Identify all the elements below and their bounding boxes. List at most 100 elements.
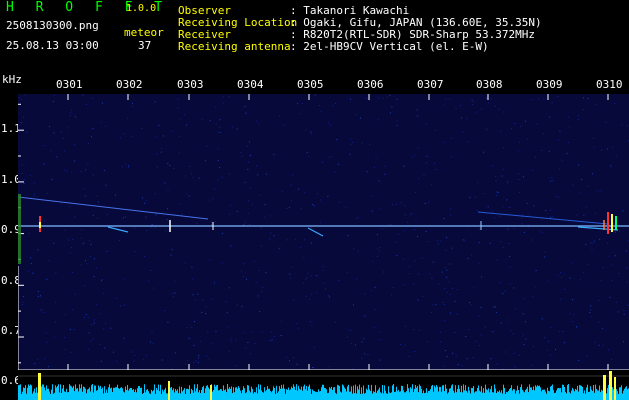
power-bar: [69, 384, 70, 400]
power-bar: [456, 392, 457, 400]
power-bar: [54, 392, 55, 400]
power-bar: [331, 386, 332, 400]
power-bar: [148, 391, 149, 400]
noise-dot: [70, 112, 72, 114]
noise-dot: [209, 120, 211, 122]
noise-dot: [88, 317, 90, 319]
noise-dot: [96, 195, 98, 197]
power-bar: [201, 389, 202, 400]
power-bar: [565, 392, 566, 400]
noise-dot: [273, 235, 275, 237]
power-bar: [613, 389, 614, 400]
noise-dot: [623, 310, 625, 312]
power-bar: [187, 388, 188, 400]
power-bar: [289, 390, 290, 400]
power-bar: [278, 391, 279, 400]
power-bar: [312, 389, 313, 400]
noise-dot: [338, 201, 340, 203]
noise-dot: [549, 116, 551, 118]
power-bar: [251, 386, 252, 400]
noise-dot: [222, 232, 224, 234]
noise-dot: [522, 214, 523, 216]
noise-dot: [487, 129, 488, 131]
noise-dot: [74, 293, 76, 295]
noise-dot: [230, 338, 232, 340]
noise-dot: [531, 99, 533, 100]
noise-dot: [500, 241, 502, 243]
noise-dot: [427, 241, 429, 242]
power-bar: [505, 394, 506, 400]
noise-dot: [596, 190, 598, 192]
date-time: 25.08.13 03:00: [6, 39, 99, 52]
noise-dot: [583, 214, 585, 216]
noise-dot: [241, 156, 243, 157]
power-bar: [309, 384, 310, 400]
noise-dot: [598, 300, 600, 301]
power-bar: [162, 389, 163, 400]
power-bar: [126, 390, 127, 400]
power-bar: [547, 387, 548, 400]
power-bar: [580, 385, 581, 400]
noise-dot: [522, 334, 524, 336]
noise-dot: [20, 98, 22, 100]
noise-dot: [508, 207, 510, 209]
noise-dot: [97, 201, 99, 203]
noise-dot: [152, 287, 154, 289]
power-bar: [548, 390, 549, 400]
power-bar: [374, 392, 375, 400]
noise-dot: [595, 103, 597, 105]
power-bar: [568, 384, 569, 400]
noise-dot: [396, 255, 398, 257]
noise-dot: [526, 138, 528, 140]
power-bar: [594, 392, 595, 400]
power-bar: [579, 385, 580, 400]
power-bar: [76, 388, 77, 400]
power-bar: [612, 387, 613, 400]
power-bar: [405, 392, 406, 400]
power-bar: [378, 389, 379, 400]
noise-dot: [243, 263, 245, 265]
noise-dot: [589, 312, 591, 313]
noise-dot: [592, 173, 594, 175]
noise-dot: [215, 106, 217, 108]
noise-dot: [273, 336, 275, 337]
noise-dot: [221, 262, 223, 264]
noise-dot: [197, 361, 199, 363]
noise-dot: [74, 160, 76, 162]
power-bar: [88, 388, 89, 400]
noise-dot: [150, 270, 152, 271]
power-bar: [219, 390, 220, 400]
power-bar: [421, 388, 422, 400]
power-bar: [84, 387, 85, 400]
noise-dot: [545, 210, 547, 211]
power-bar: [552, 384, 553, 400]
noise-dot: [607, 349, 609, 351]
noise-dot: [518, 354, 520, 356]
noise-dot: [52, 101, 54, 103]
noise-dot: [532, 296, 534, 298]
noise-dot: [346, 336, 348, 338]
power-bar: [395, 391, 396, 400]
noise-dot: [72, 271, 73, 273]
noise-dot: [328, 295, 330, 297]
noise-dot: [296, 323, 298, 325]
power-bar: [35, 392, 36, 400]
power-bar: [94, 385, 95, 400]
noise-dot: [449, 263, 451, 265]
power-bar: [607, 388, 608, 400]
power-bar: [404, 392, 405, 400]
power-bar: [206, 385, 207, 400]
noise-dot: [192, 294, 194, 296]
power-bar: [599, 385, 600, 400]
noise-dot: [541, 318, 543, 320]
noise-dot: [444, 288, 445, 290]
power-bar: [490, 389, 491, 400]
power-bar: [600, 392, 601, 400]
noise-dot: [375, 157, 377, 159]
noise-dot: [429, 273, 431, 275]
power-bar: [129, 388, 130, 400]
noise-dot: [21, 304, 23, 305]
power-bar: [473, 386, 474, 400]
power-bar: [215, 386, 216, 400]
power-bar: [192, 390, 193, 400]
